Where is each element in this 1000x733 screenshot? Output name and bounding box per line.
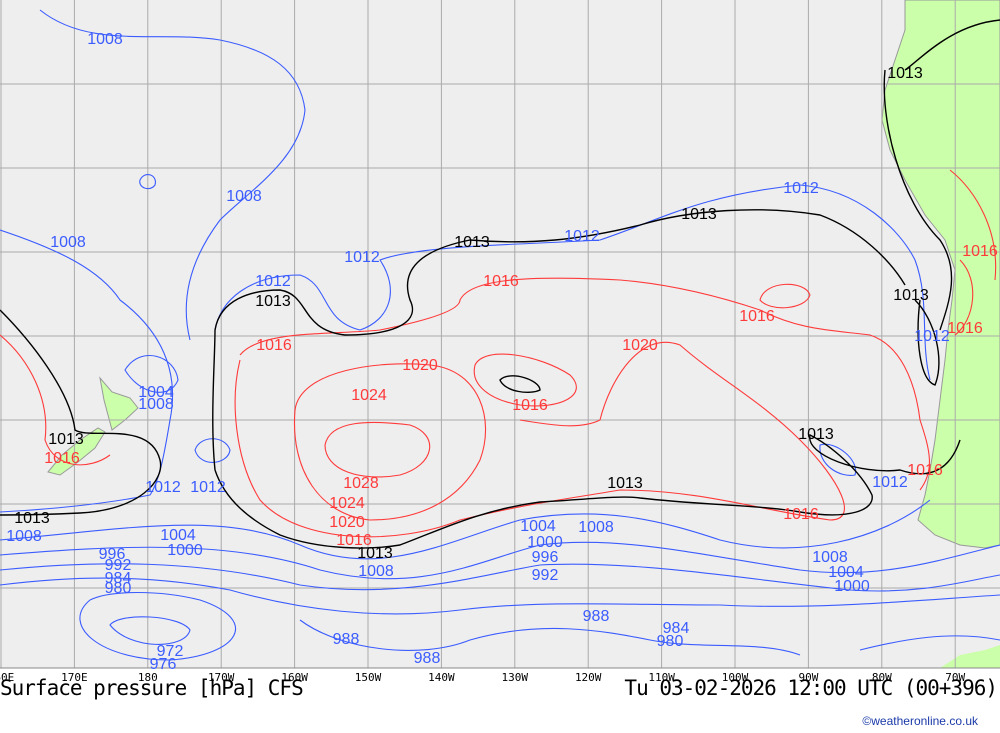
- isobar-label-red: 1016: [44, 450, 80, 467]
- isobar-label-blue: 980: [105, 580, 132, 597]
- isobar-label-blue: 1008: [578, 519, 614, 536]
- isobar-label-blue: 1012: [190, 479, 226, 496]
- isobar-label-black: 1013: [893, 287, 929, 304]
- isobar-label-red: 1016: [739, 308, 775, 325]
- isobar-label-blue: 1008: [50, 234, 86, 251]
- longitude-label: 120W: [575, 671, 602, 684]
- isobar-label-red: 1016: [483, 273, 519, 290]
- isobar-label-red: 1016: [907, 462, 943, 479]
- isobar-label-blue: 1008: [226, 188, 262, 205]
- isobar-label-blue: 1008: [87, 31, 123, 48]
- isobar-label-red: 1020: [402, 357, 438, 374]
- isobar-label-black: 1013: [887, 65, 923, 82]
- isobar-label-blue: 1012: [344, 249, 380, 266]
- isobar-label-blue: 988: [333, 631, 360, 648]
- valid-time: Tu 03-02-2026 12:00 UTC (00+396): [624, 676, 998, 700]
- isobar-label-blue: 1012: [783, 180, 819, 197]
- isobar-label-blue: 1000: [167, 542, 203, 559]
- isobar-label-red: 1016: [947, 320, 983, 337]
- isobar-label-black: 1013: [357, 545, 393, 562]
- map-title: Surface pressure [hPa] CFS: [0, 676, 304, 700]
- isobar-label-red: 1028: [343, 475, 379, 492]
- isobar-label-blue: 1012: [564, 228, 600, 245]
- isobar-label-black: 1013: [681, 206, 717, 223]
- isobar-label-blue: 980: [657, 633, 684, 650]
- isobar-label-blue: 1012: [255, 273, 291, 290]
- isobar-label-red: 1024: [351, 387, 387, 404]
- isobar-label-blue: 976: [150, 656, 177, 673]
- isobar-label-red: 1016: [256, 337, 292, 354]
- isobar-label-blue: 1012: [145, 479, 181, 496]
- isobar-label-black: 1013: [48, 431, 84, 448]
- isobar-label-blue: 1008: [358, 563, 394, 580]
- longitude-label: 140W: [428, 671, 455, 684]
- isobar-label-blue: 992: [532, 567, 559, 584]
- isobar-label-red: 1024: [329, 495, 365, 512]
- isobar-label-red: 1016: [962, 243, 998, 260]
- isobar-label-blue: 1012: [914, 328, 950, 345]
- isobar-label-black: 1013: [607, 475, 643, 492]
- longitude-label: 130W: [502, 671, 529, 684]
- isobar-label-black: 1013: [798, 426, 834, 443]
- isobar-label-blue: 1012: [872, 474, 908, 491]
- isobar-label-black: 1013: [255, 293, 291, 310]
- isobar-label-black: 1013: [14, 510, 50, 527]
- pressure-map: 160E170E180170W160W150W140W130W120W110W1…: [0, 0, 1000, 684]
- isobar-label-red: 1016: [512, 397, 548, 414]
- longitude-label: 150W: [355, 671, 382, 684]
- isobar-label-blue: 988: [583, 608, 610, 625]
- isobar-label-blue: 1008: [6, 528, 42, 545]
- isobar-label-blue: 1008: [138, 396, 174, 413]
- isobar-label-blue: 996: [532, 549, 559, 566]
- isobar-label-red: 1016: [783, 506, 819, 523]
- isobar-label-blue: 1004: [520, 518, 556, 535]
- isobar-label-red: 1020: [329, 514, 365, 531]
- isobar-label-red: 1020: [622, 337, 658, 354]
- isobar-label-blue: 988: [414, 650, 441, 667]
- isobar-label-blue: 1000: [834, 578, 870, 595]
- credit-link[interactable]: ©weatheronline.co.uk: [862, 714, 978, 728]
- isobar-label-black: 1013: [454, 234, 490, 251]
